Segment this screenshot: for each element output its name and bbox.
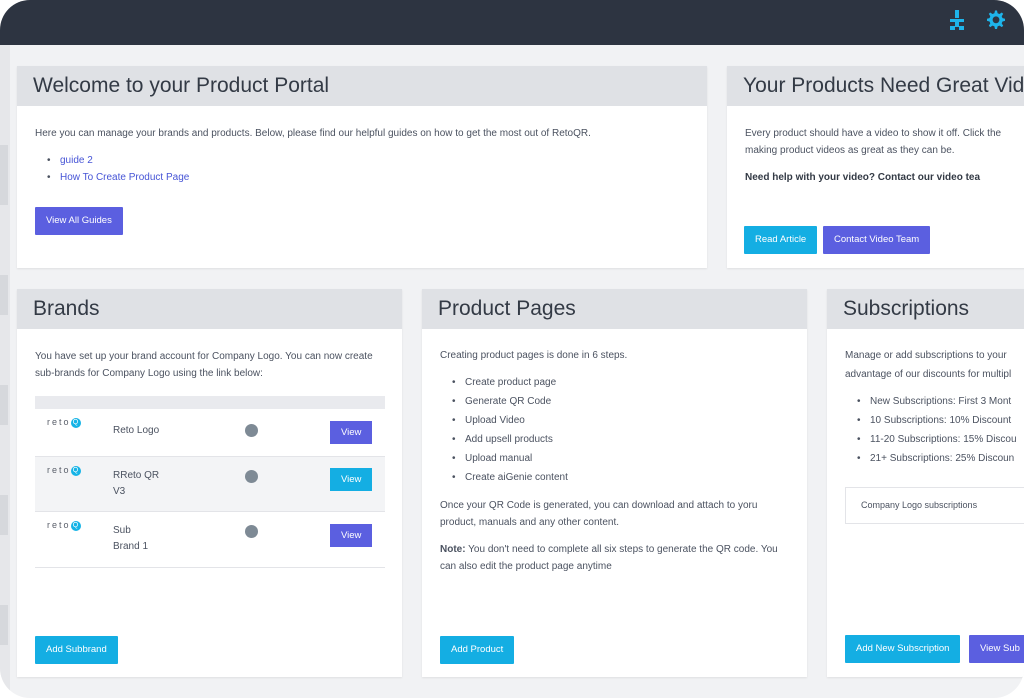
company-subscriptions-item[interactable]: Company Logo subscriptions — [845, 487, 1024, 524]
videos-text-line1: Every product should have a video to sho… — [745, 128, 1002, 139]
brand-name-line1: Sub — [113, 525, 131, 536]
steps-list: Create product page Generate QR Code Upl… — [440, 373, 789, 487]
table-row: reto Q Sub Brand 1 View — [35, 512, 385, 568]
gear-icon[interactable] — [984, 9, 1006, 31]
table-row: reto Q Reto Logo View — [35, 409, 385, 457]
add-subbrand-button[interactable]: Add Subbrand — [35, 636, 118, 664]
product-pages-after: Once your QR Code is generated, you can … — [440, 500, 758, 528]
view-brand-button[interactable]: View — [330, 468, 373, 491]
brand-name: RReto QR V3 — [113, 468, 159, 500]
guide-link[interactable]: How To Create Product Page — [60, 172, 189, 183]
step-item: Upload manual — [440, 449, 789, 468]
brands-table: reto Q Reto Logo View reto Q RReto QR V3 Vi… — [35, 396, 385, 568]
table-row: reto Q RReto QR V3 View — [35, 457, 385, 512]
step-item: Add upsell products — [440, 430, 789, 449]
note-text: You don't need to complete all six steps… — [440, 544, 778, 572]
tier-list: New Subscriptions: First 3 Mont 10 Subsc… — [845, 392, 1024, 468]
subscriptions-title: Subscriptions — [827, 289, 1024, 329]
tier-item: 10 Subscriptions: 10% Discount — [845, 411, 1024, 430]
table-header — [35, 396, 385, 409]
tier-item: 21+ Subscriptions: 25% Discoun — [845, 449, 1024, 468]
logo-text: reto — [47, 417, 71, 427]
brand-name: Sub Brand 1 — [113, 523, 148, 555]
brand-logo: reto Q — [47, 520, 81, 531]
brand-name-line1: RReto QR — [113, 470, 160, 481]
guide-list: guide 2 How To Create Product Page — [35, 152, 689, 186]
app-screen: Welcome to your Product Portal Here you … — [0, 0, 1024, 698]
videos-text-line2: making product videos as great as they c… — [745, 145, 955, 156]
guide-link-item: guide 2 — [35, 152, 689, 169]
brand-name-line2: Brand 1 — [113, 541, 149, 552]
portal-network-icon[interactable] — [946, 9, 968, 31]
brand-name-line2: V3 — [113, 486, 126, 497]
product-pages-card: Product Pages Creating product pages is … — [422, 289, 807, 677]
guide-link[interactable]: guide 2 — [60, 155, 93, 166]
contact-video-team-button[interactable]: Contact Video Team — [823, 226, 931, 254]
videos-card: Your Products Need Great Vid Every produ… — [727, 66, 1024, 268]
subscriptions-intro-line2: advantage of our discounts for multipl — [845, 369, 1012, 380]
add-product-button[interactable]: Add Product — [440, 636, 515, 664]
status-indicator — [245, 424, 258, 437]
step-item: Create product page — [440, 373, 789, 392]
welcome-title: Welcome to your Product Portal — [17, 66, 707, 106]
logo-mark: Q — [70, 465, 81, 476]
logo-mark: Q — [70, 520, 81, 531]
product-pages-note: Note: You don't need to complete all six… — [440, 541, 789, 575]
status-indicator — [245, 525, 258, 538]
view-brand-button[interactable]: View — [330, 421, 373, 444]
product-pages-intro: Creating product pages is done in 6 step… — [440, 350, 628, 361]
welcome-card: Welcome to your Product Portal Here you … — [17, 66, 707, 268]
subscriptions-card: Subscriptions Manage or add subscription… — [827, 289, 1024, 677]
guide-link-item: How To Create Product Page — [35, 169, 689, 186]
videos-title: Your Products Need Great Vid — [727, 66, 1024, 106]
step-item: Create aiGenie content — [440, 468, 789, 487]
product-pages-title: Product Pages — [422, 289, 807, 329]
brands-intro: You have set up your brand account for C… — [35, 351, 373, 379]
brand-logo: reto Q — [47, 417, 81, 428]
status-indicator — [245, 470, 258, 483]
add-new-subscription-button[interactable]: Add New Subscription — [845, 635, 961, 663]
view-all-guides-button[interactable]: View All Guides — [35, 207, 123, 235]
logo-text: reto — [47, 465, 71, 475]
brands-card: Brands You have set up your brand accoun… — [17, 289, 402, 677]
brand-logo: reto Q — [47, 465, 81, 476]
welcome-intro: Here you can manage your brands and prod… — [35, 128, 591, 139]
tier-item: New Subscriptions: First 3 Mont — [845, 392, 1024, 411]
brand-name-line1: Reto Logo — [113, 425, 160, 436]
logo-text: reto — [47, 520, 71, 530]
note-label: Note: — [440, 544, 466, 555]
view-subscriptions-button[interactable]: View Sub — [969, 635, 1024, 663]
step-item: Upload Video — [440, 411, 789, 430]
read-article-button[interactable]: Read Article — [744, 226, 818, 254]
videos-help-text: Need help with your video? Contact our v… — [745, 172, 981, 183]
tier-item: 11-20 Subscriptions: 15% Discou — [845, 430, 1024, 449]
step-item: Generate QR Code — [440, 392, 789, 411]
brands-title: Brands — [17, 289, 402, 329]
sidebar-edge — [0, 45, 10, 698]
logo-mark: Q — [70, 417, 81, 428]
brand-name: Reto Logo — [113, 423, 159, 439]
subscriptions-intro-line1: Manage or add subscriptions to your — [845, 350, 1007, 361]
top-bar — [0, 0, 1024, 45]
view-brand-button[interactable]: View — [330, 524, 373, 547]
